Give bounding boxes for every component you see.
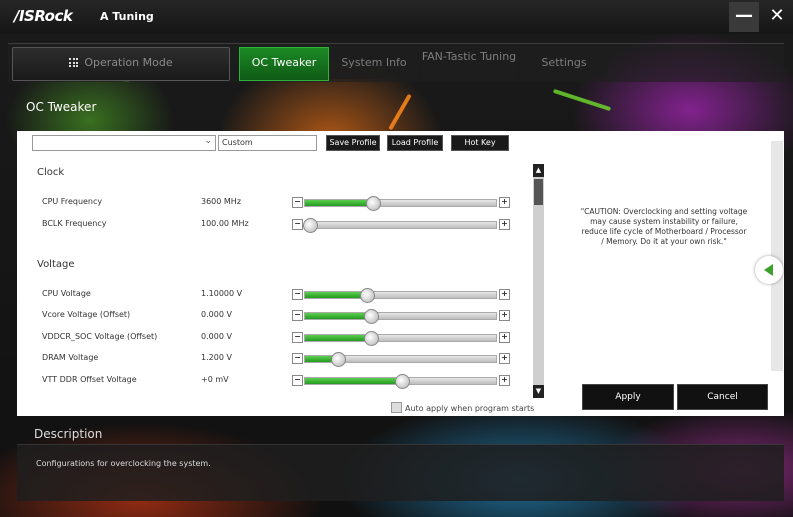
load-profile-button[interactable]: Load Profile [387, 135, 443, 151]
apply-button[interactable]: Apply [582, 384, 674, 410]
profile-dropdown[interactable]: ⌄ [32, 135, 216, 151]
slider-thumb[interactable] [331, 352, 347, 367]
setting-label: CPU Frequency [42, 197, 103, 206]
bclk-frequency-slider[interactable]: − + [292, 218, 510, 233]
app-window: /ISRock A Tuning — ✕ Operation Mode OC T… [0, 0, 793, 517]
slider-fill [305, 292, 367, 298]
setting-label: BCLK Frequency [42, 219, 107, 228]
collapse-panel-button[interactable] [755, 256, 783, 284]
setting-value: 0.000 V [201, 332, 232, 341]
slider-track[interactable] [302, 218, 497, 233]
tab-system-info[interactable]: System Info [330, 47, 418, 79]
setting-value: 1.200 V [201, 353, 232, 362]
slider-track[interactable] [304, 196, 497, 211]
increase-button[interactable]: + [499, 353, 510, 364]
decrease-button[interactable]: − [292, 332, 303, 343]
operation-mode-label: Operation Mode [84, 56, 173, 69]
setting-value: +0 mV [201, 375, 229, 384]
decor-streak [388, 93, 412, 131]
setting-label: CPU Voltage [42, 289, 91, 298]
tab-settings[interactable]: Settings [520, 47, 608, 79]
increase-button[interactable]: + [499, 289, 510, 300]
vddcr-soc-offset-slider[interactable]: − + [292, 331, 510, 346]
increase-button[interactable]: + [499, 332, 510, 343]
description-box: Configurations for overclocking the syst… [17, 444, 784, 501]
checkbox-box[interactable] [391, 402, 402, 413]
chevron-left-icon [764, 264, 773, 276]
slider-thumb[interactable] [394, 374, 410, 389]
increase-button[interactable]: + [499, 219, 510, 230]
slider-fill [305, 378, 401, 384]
slider-track[interactable] [304, 331, 497, 346]
slider-thumb[interactable] [363, 331, 379, 346]
setting-value: 0.000 V [201, 310, 232, 319]
vcore-offset-slider[interactable]: − + [292, 309, 510, 324]
profile-name-field[interactable]: Custom [218, 135, 317, 151]
description-text: Configurations for overclocking the syst… [36, 459, 211, 468]
cancel-button[interactable]: Cancel [677, 384, 768, 410]
asrock-logo: /ISRock [14, 7, 73, 25]
scrollbar-thumb[interactable] [534, 179, 543, 205]
save-profile-button[interactable]: Save Profile [326, 135, 380, 151]
oc-tweaker-panel: ⌄ Custom Save Profile Load Profile Hot K… [17, 131, 784, 416]
decrease-button[interactable]: − [292, 375, 303, 386]
cpu-voltage-slider[interactable]: − + [292, 288, 510, 303]
scroll-down-arrow-icon[interactable]: ▼ [533, 385, 544, 398]
clock-heading: Clock [37, 167, 65, 178]
slider-thumb[interactable] [365, 196, 381, 211]
setting-label: DRAM Voltage [42, 353, 99, 362]
increase-button[interactable]: + [499, 375, 510, 386]
cpu-frequency-slider[interactable]: − + [292, 196, 510, 211]
slider-track[interactable] [304, 374, 497, 389]
decrease-button[interactable]: − [292, 197, 303, 208]
slider-fill [305, 335, 370, 341]
caution-text: "CAUTION: Overclocking and setting volta… [580, 207, 748, 246]
tab-oc-tweaker[interactable]: OC Tweaker [239, 47, 329, 81]
title-bar: /ISRock A Tuning — ✕ [0, 0, 793, 34]
slider-fill [305, 313, 370, 319]
auto-apply-checkbox[interactable]: Auto apply when program starts [391, 402, 534, 413]
vtt-ddr-offset-slider[interactable]: − + [292, 374, 510, 389]
operation-mode-button[interactable]: Operation Mode [12, 47, 230, 81]
increase-button[interactable]: + [499, 310, 510, 321]
dram-voltage-slider[interactable]: − + [292, 352, 510, 367]
scroll-up-arrow-icon[interactable]: ▲ [533, 164, 544, 177]
slider-fill [305, 200, 372, 206]
tab-fan-tastic-tuning[interactable]: FAN-Tastic Tuning [421, 47, 517, 79]
decrease-button[interactable]: − [292, 310, 303, 321]
slider-thumb[interactable] [302, 218, 318, 233]
slider-track[interactable] [304, 352, 497, 367]
minimize-button[interactable]: — [729, 2, 759, 32]
main-nav: Operation Mode OC Tweaker System Info FA… [8, 43, 784, 82]
decrease-button[interactable]: − [292, 353, 303, 364]
auto-apply-label: Auto apply when program starts [405, 404, 535, 413]
setting-value: 1.10000 V [201, 289, 243, 298]
hot-key-button[interactable]: Hot Key [451, 135, 509, 151]
slider-thumb[interactable] [360, 288, 376, 303]
voltage-heading: Voltage [37, 259, 75, 270]
slider-track[interactable] [304, 309, 497, 324]
setting-label: VDDCR_SOC Voltage (Offset) [42, 332, 158, 341]
increase-button[interactable]: + [499, 197, 510, 208]
grid-icon [69, 58, 79, 67]
description-heading: Description [34, 427, 103, 441]
chevron-down-icon: ⌄ [204, 136, 212, 146]
decrease-button[interactable]: − [292, 289, 303, 300]
app-title: A Tuning [100, 10, 154, 23]
slider-track[interactable] [304, 288, 497, 303]
setting-value: 100.00 MHz [201, 219, 249, 228]
decor-streak [552, 88, 612, 112]
settings-scrollbar[interactable]: ▲ ▼ [533, 164, 544, 398]
setting-label: VTT DDR Offset Voltage [42, 375, 137, 384]
close-button[interactable]: ✕ [762, 2, 792, 32]
decrease-button[interactable]: − [292, 219, 303, 230]
setting-label: Vcore Voltage (Offset) [42, 310, 131, 319]
slider-thumb[interactable] [363, 309, 379, 324]
page-title: OC Tweaker [26, 100, 97, 114]
setting-value: 3600 MHz [201, 197, 242, 206]
